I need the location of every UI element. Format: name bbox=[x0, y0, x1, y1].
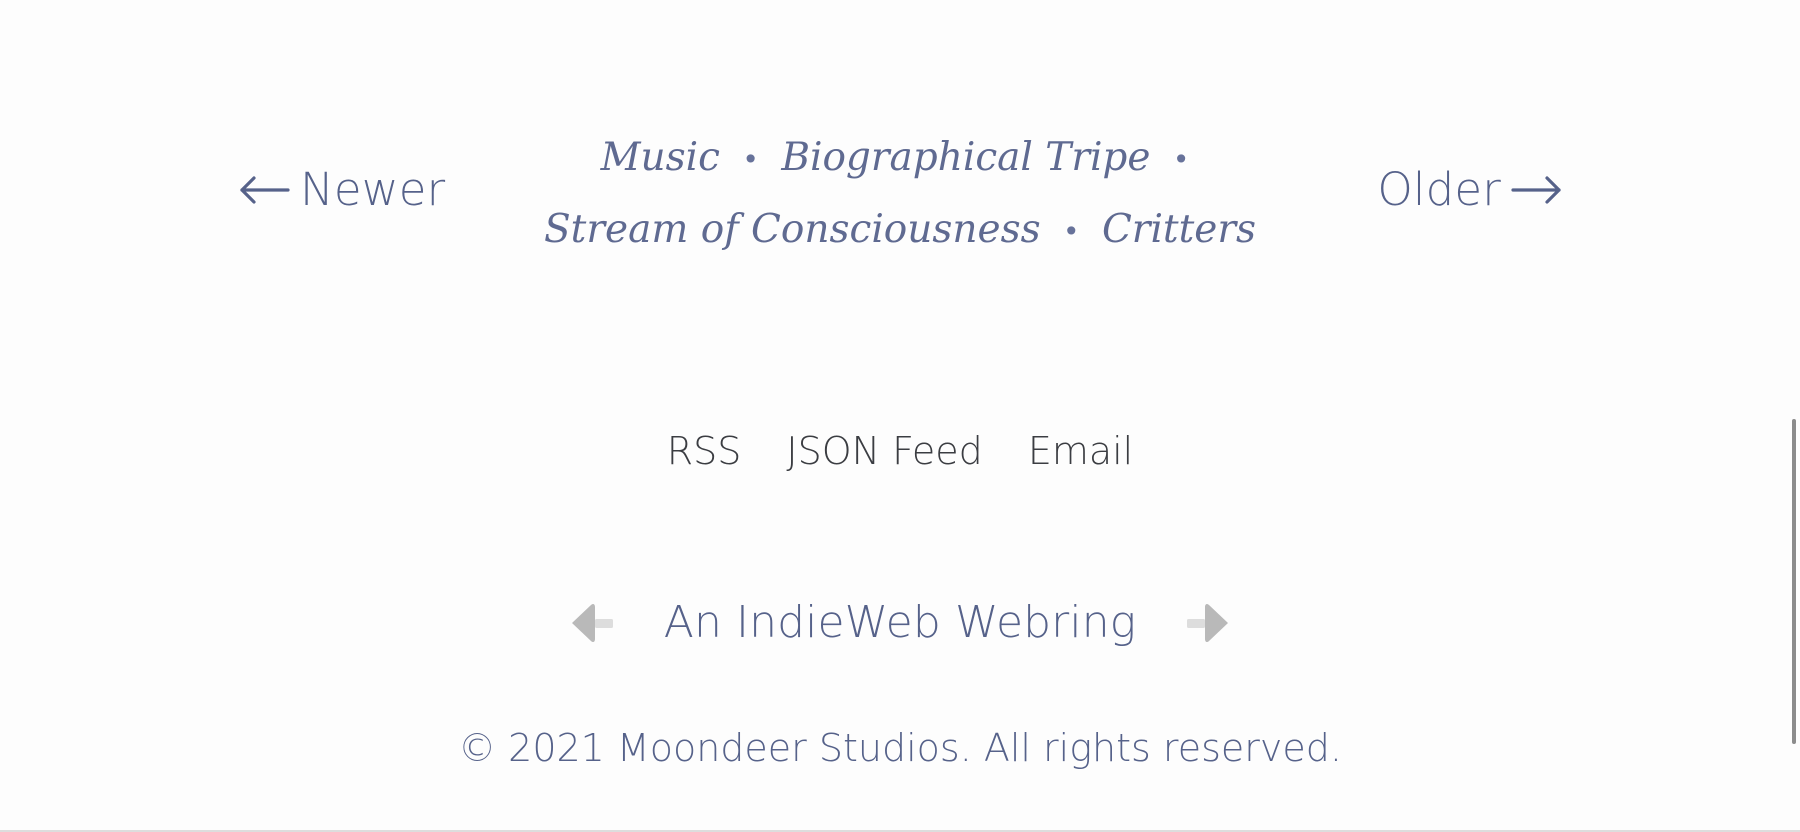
webring-previous-button[interactable] bbox=[568, 602, 616, 644]
right-arrow-icon bbox=[1511, 171, 1565, 209]
category-critters-link[interactable]: Critters bbox=[1102, 207, 1256, 252]
page-footer-area: Newer Music • Biographical Tripe • Strea… bbox=[0, 0, 1800, 832]
left-arrow-icon bbox=[571, 603, 613, 643]
feed-links: RSS JSON Feed Email bbox=[0, 432, 1800, 470]
older-post-link[interactable]: Older bbox=[1377, 167, 1565, 212]
category-separator: • bbox=[1063, 215, 1080, 248]
webring-title-link[interactable]: An IndieWeb Webring bbox=[664, 601, 1136, 645]
newer-label: Newer bbox=[300, 163, 446, 216]
category-separator: • bbox=[1172, 143, 1190, 176]
json-feed-link[interactable]: JSON Feed bbox=[786, 432, 982, 470]
rss-link[interactable]: RSS bbox=[667, 432, 742, 470]
right-arrow-icon bbox=[1187, 603, 1229, 643]
newer-post-link[interactable]: Newer bbox=[236, 167, 445, 212]
scrollbar-thumb[interactable] bbox=[1792, 419, 1796, 744]
category-biographical-tripe-link[interactable]: Biographical Tripe bbox=[781, 135, 1150, 180]
category-stream-of-consciousness-link[interactable]: Stream of Consciousness bbox=[544, 207, 1041, 252]
email-link[interactable]: Email bbox=[1028, 432, 1133, 470]
category-list: Music • Biographical Tripe • Stream of C… bbox=[500, 123, 1300, 267]
indieweb-webring: An IndieWeb Webring bbox=[0, 601, 1800, 645]
webring-next-button[interactable] bbox=[1184, 602, 1232, 644]
category-line-2: Stream of Consciousness • Critters bbox=[500, 195, 1300, 267]
left-arrow-icon bbox=[236, 171, 290, 209]
category-music-link[interactable]: Music bbox=[601, 135, 720, 180]
scrollbar-track[interactable] bbox=[1778, 0, 1800, 832]
copyright-text: © 2021 Moondeer Studios. All rights rese… bbox=[458, 726, 1342, 770]
older-label: Older bbox=[1377, 163, 1501, 216]
category-separator: • bbox=[742, 143, 759, 176]
category-line-1: Music • Biographical Tripe • bbox=[500, 123, 1300, 195]
